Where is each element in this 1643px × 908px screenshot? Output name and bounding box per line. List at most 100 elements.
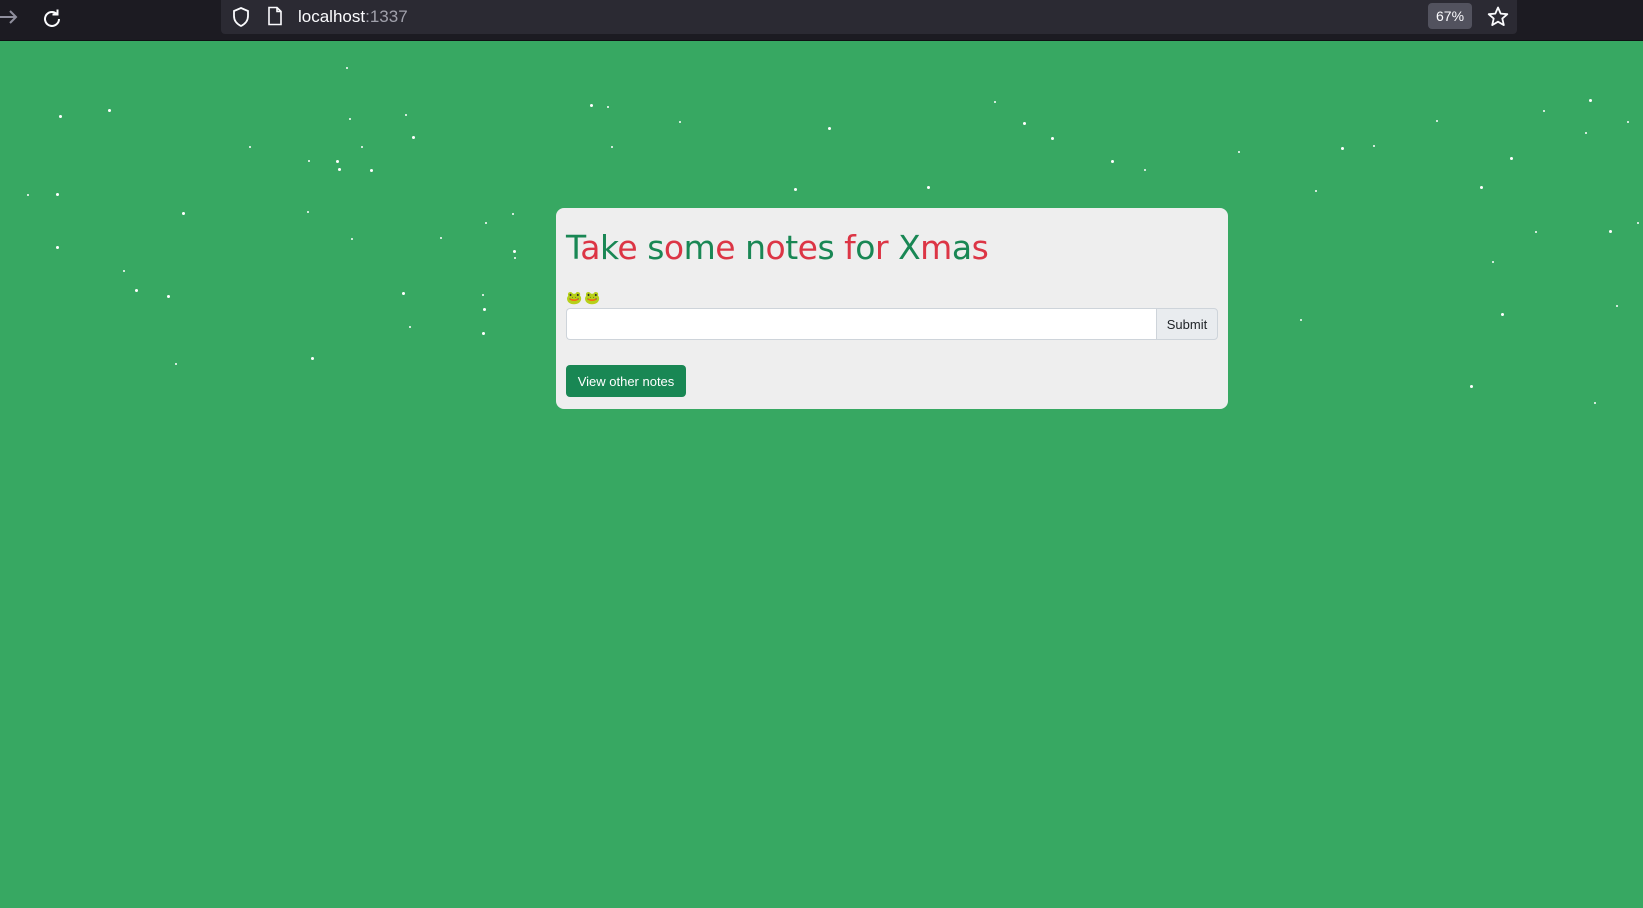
snowflake: [412, 136, 415, 139]
title-letter: T: [566, 228, 581, 267]
title-letter: a: [951, 228, 972, 267]
snowflake: [485, 222, 487, 224]
snowflake: [513, 250, 516, 253]
snowflake: [182, 212, 185, 215]
snowflake: [927, 186, 930, 189]
snowflake: [1585, 132, 1587, 134]
snowflake: [1535, 231, 1537, 233]
snowflake: [56, 193, 59, 196]
snowflake: [108, 109, 111, 112]
snowflake: [175, 363, 177, 365]
snowflake: [1051, 137, 1054, 140]
title-letter: a: [580, 228, 600, 267]
snowflake: [828, 127, 831, 130]
snowflake: [27, 194, 29, 196]
snowflake: [1616, 305, 1618, 307]
title-letter: e: [797, 228, 818, 267]
snowflake: [1480, 186, 1483, 189]
snowflake: [679, 121, 681, 123]
snowflake: [514, 257, 516, 259]
snowflake: [370, 169, 373, 172]
title-letter: m: [683, 228, 716, 267]
snowflake: [336, 160, 339, 163]
page-title: Take some notes for Xmas: [566, 228, 989, 268]
snowflake: [1609, 230, 1612, 233]
snowflake: [1510, 157, 1513, 160]
snowflake: [409, 326, 411, 328]
snowflake: [512, 213, 514, 215]
snowflake: [167, 295, 170, 298]
snowflake: [311, 357, 314, 360]
reload-icon[interactable]: [38, 5, 66, 33]
snowflake: [1470, 385, 1473, 388]
snowflake: [405, 114, 407, 116]
snowflake: [307, 211, 309, 213]
snowflake: [249, 146, 251, 148]
snowflake: [361, 146, 363, 148]
snowflake: [308, 160, 310, 162]
snowflake: [1627, 121, 1629, 123]
snowflake: [482, 294, 484, 296]
shield-icon[interactable]: [231, 6, 251, 28]
snowflake: [1111, 160, 1114, 163]
snowflake: [1341, 147, 1344, 150]
title-letter: k: [599, 228, 618, 267]
title-letter: s: [971, 228, 989, 267]
snowflake: [1436, 120, 1438, 122]
snowflake: [1589, 99, 1592, 102]
snowflake: [590, 104, 593, 107]
snowflake: [346, 67, 348, 69]
title-letter: r: [874, 228, 889, 267]
title-letter: n: [745, 228, 766, 267]
snowflake: [338, 168, 341, 171]
title-letter: o: [855, 228, 875, 267]
snowflake: [402, 292, 405, 295]
snowflake: [123, 270, 125, 272]
snowflake: [1238, 151, 1240, 153]
browser-toolbar: localhost:1337 67%: [0, 0, 1643, 41]
snowflake: [351, 238, 353, 240]
url-port: :1337: [365, 7, 408, 26]
snowflake: [56, 246, 59, 249]
url-text[interactable]: localhost:1337: [298, 7, 408, 27]
snowflake: [349, 118, 351, 120]
snowflake: [1373, 145, 1375, 147]
snowflake: [440, 237, 442, 239]
url-host: localhost: [298, 7, 366, 26]
view-other-notes-button[interactable]: View other notes: [566, 365, 686, 397]
snowflake: [1594, 402, 1596, 404]
page-icon: [266, 6, 284, 26]
title-letter: s: [647, 228, 664, 267]
snowflake: [1637, 222, 1639, 224]
title-letter: e: [715, 228, 736, 267]
snowflake: [994, 101, 996, 103]
snowflake: [611, 146, 613, 148]
snow-background: [0, 41, 1643, 908]
zoom-badge[interactable]: 67%: [1428, 3, 1473, 29]
title-letter: o: [663, 228, 684, 267]
title-letter: [735, 228, 745, 267]
snowflake: [1492, 261, 1494, 263]
title-letter: [834, 228, 844, 267]
star-icon[interactable]: [1486, 5, 1510, 29]
title-letter: s: [817, 228, 835, 267]
title-letter: m: [920, 228, 952, 267]
snowflake: [1543, 110, 1545, 112]
forward-arrow-icon[interactable]: [0, 6, 20, 28]
snowflake: [794, 188, 797, 191]
title-letter: e: [617, 228, 638, 267]
snowflake: [59, 115, 62, 118]
notes-card: Take some notes for Xmas 🐸🐸 Submit View …: [556, 208, 1228, 409]
title-letter: o: [765, 228, 786, 267]
submit-button[interactable]: Submit: [1156, 308, 1218, 340]
note-input[interactable]: [566, 308, 1156, 340]
snowflake: [135, 289, 138, 292]
title-letter: f: [844, 228, 856, 267]
title-letter: [637, 228, 647, 267]
url-bar[interactable]: localhost:1337 67%: [221, 0, 1517, 34]
snowflake: [607, 106, 609, 108]
snowflake: [482, 332, 485, 335]
snowflake: [1315, 190, 1317, 192]
frog-emojis: 🐸🐸: [566, 290, 603, 305]
snowflake: [1501, 313, 1504, 316]
